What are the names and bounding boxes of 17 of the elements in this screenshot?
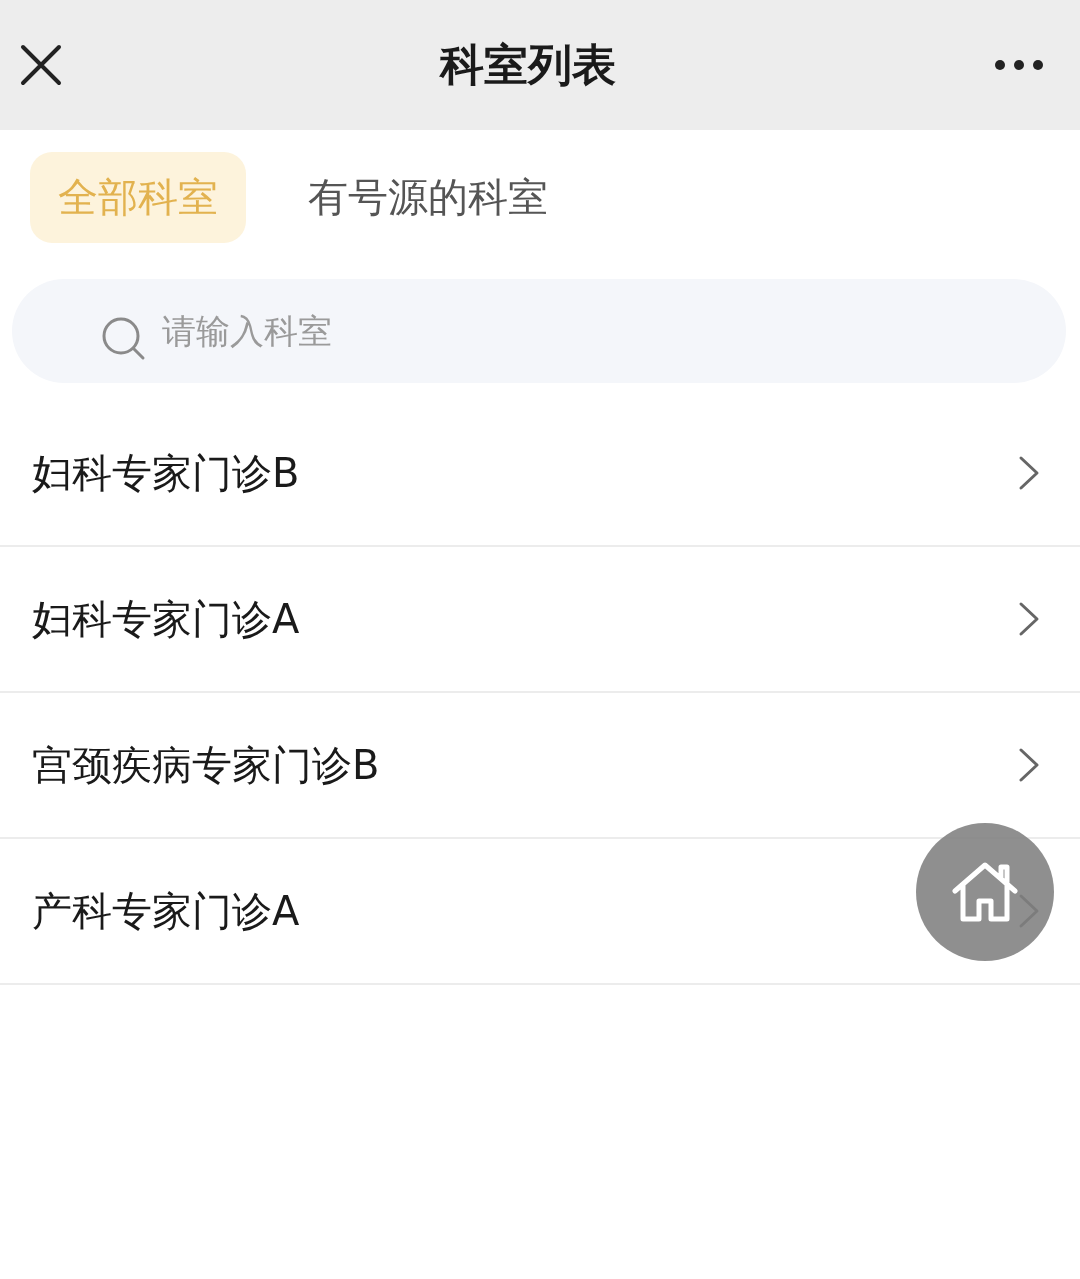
chevron-right-icon [1018,747,1040,783]
close-icon [20,44,62,86]
department-name: 产科专家门诊A [32,886,300,936]
tab[interactable]: 有号源的科室 [280,152,576,243]
department-name: 妇科专家门诊A [32,594,300,644]
more-icon [994,59,1044,71]
close-button[interactable] [20,44,62,86]
chevron-right-icon [1018,601,1040,637]
department-row[interactable]: 妇科专家门诊B [0,401,1080,547]
more-button[interactable] [994,59,1044,71]
chevron-right-icon [1018,455,1040,491]
home-icon [951,861,1019,923]
department-name: 宫颈疾病专家门诊B [32,740,380,790]
page-title: 科室列表 [440,37,616,92]
search-field[interactable]: 请输入科室 [12,279,1066,383]
department-row[interactable]: 妇科专家门诊A [0,547,1080,693]
department-name: 妇科专家门诊B [32,448,300,498]
